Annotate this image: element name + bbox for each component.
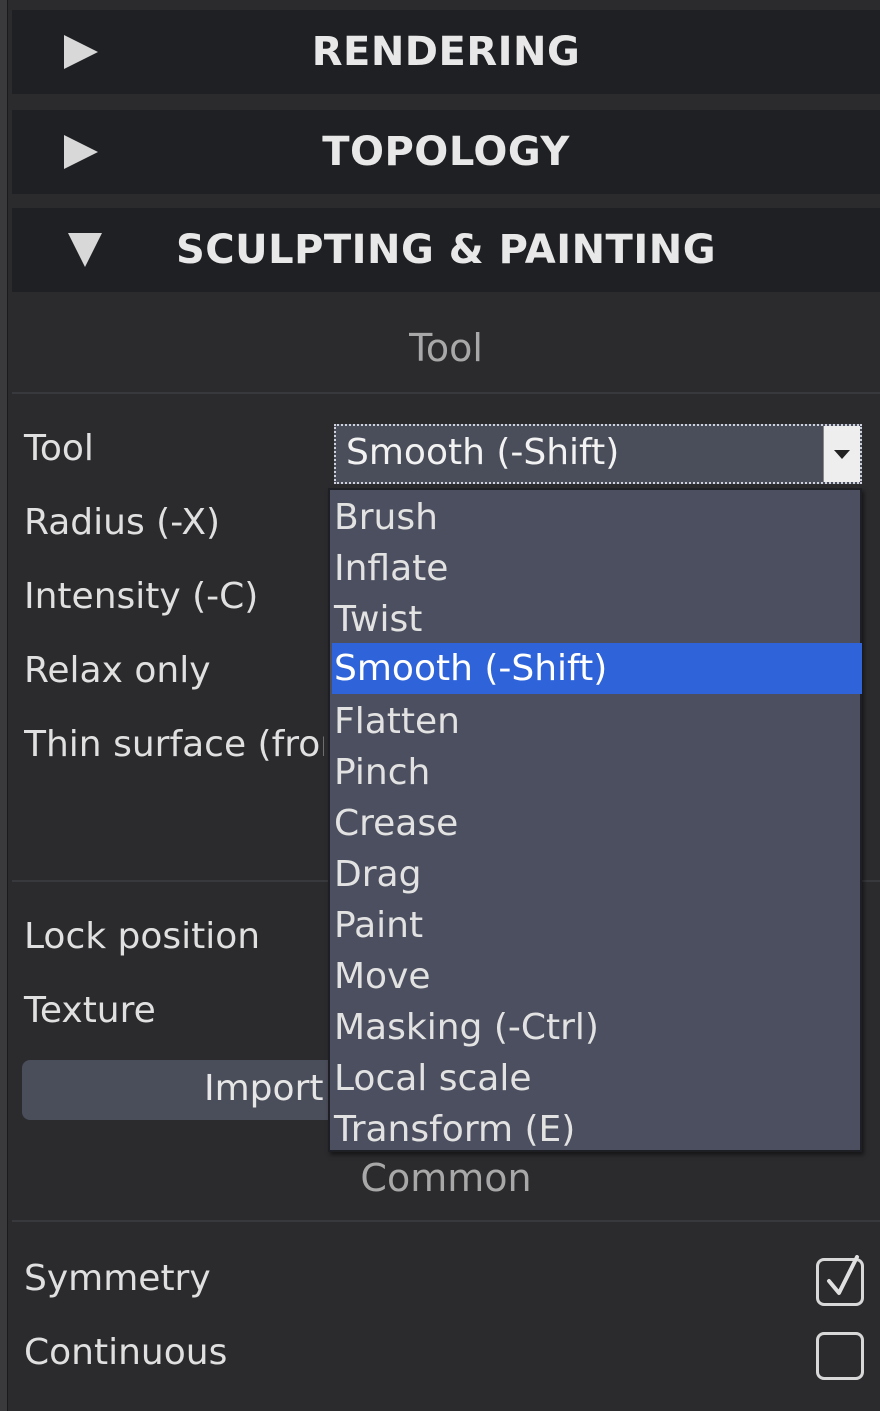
section-header-rendering[interactable]: RENDERING xyxy=(12,10,880,94)
tool-option-flatten[interactable]: Flatten xyxy=(332,696,862,747)
tool-option-move[interactable]: Move xyxy=(332,951,862,1002)
chevron-down-icon xyxy=(834,450,850,459)
tool-option-pinch[interactable]: Pinch xyxy=(332,747,862,798)
check-icon xyxy=(827,1255,859,1295)
thin-surface-label: Thin surface (front vertex only) xyxy=(24,724,324,765)
tool-option-drag[interactable]: Drag xyxy=(332,849,862,900)
tool-option-local-scale[interactable]: Local scale xyxy=(332,1053,862,1104)
dropdown-toggle-button[interactable] xyxy=(823,426,860,482)
symmetry-checkbox[interactable] xyxy=(816,1255,864,1306)
continuous-checkbox[interactable] xyxy=(816,1332,864,1380)
lock-position-label: Lock position xyxy=(24,916,261,957)
tool-group-title: Tool xyxy=(409,326,483,370)
intensity-label: Intensity (-C) xyxy=(24,576,259,617)
tool-option-inflate[interactable]: Inflate xyxy=(332,543,862,594)
section-header-topology[interactable]: TOPOLOGY xyxy=(12,110,880,194)
symmetry-label: Symmetry xyxy=(24,1258,211,1299)
radius-label: Radius (-X) xyxy=(24,502,221,543)
divider xyxy=(12,392,880,394)
import-button-label: Import xyxy=(204,1068,324,1109)
divider xyxy=(12,1220,880,1222)
tool-label: Tool xyxy=(24,428,94,469)
tool-select-value: Smooth (-Shift) xyxy=(346,432,620,473)
section-header-sculpting[interactable]: SCULPTING & PAINTING xyxy=(12,208,880,292)
tool-dropdown-list[interactable]: Brush Inflate Twist Smooth (-Shift) Flat… xyxy=(328,488,862,1152)
relax-only-label: Relax only xyxy=(24,650,211,691)
tool-option-masking[interactable]: Masking (-Ctrl) xyxy=(332,1002,862,1053)
continuous-label: Continuous xyxy=(24,1332,228,1373)
tool-select[interactable]: Smooth (-Shift) xyxy=(334,424,862,484)
section-title: SCULPTING & PAINTING xyxy=(175,227,717,273)
texture-label: Texture xyxy=(24,990,156,1031)
tool-option-twist[interactable]: Twist xyxy=(332,594,862,645)
tool-option-crease[interactable]: Crease xyxy=(332,798,862,849)
section-title: TOPOLOGY xyxy=(322,129,570,175)
panel-left-border xyxy=(0,0,8,1411)
tool-option-smooth[interactable]: Smooth (-Shift) xyxy=(332,643,862,694)
import-texture-button[interactable]: Import xyxy=(22,1060,352,1120)
section-title: RENDERING xyxy=(311,29,581,75)
tool-option-transform[interactable]: Transform (E) xyxy=(332,1104,862,1155)
tool-option-brush[interactable]: Brush xyxy=(332,492,862,543)
tool-option-paint[interactable]: Paint xyxy=(332,900,862,951)
common-group-title: Common xyxy=(360,1156,532,1200)
